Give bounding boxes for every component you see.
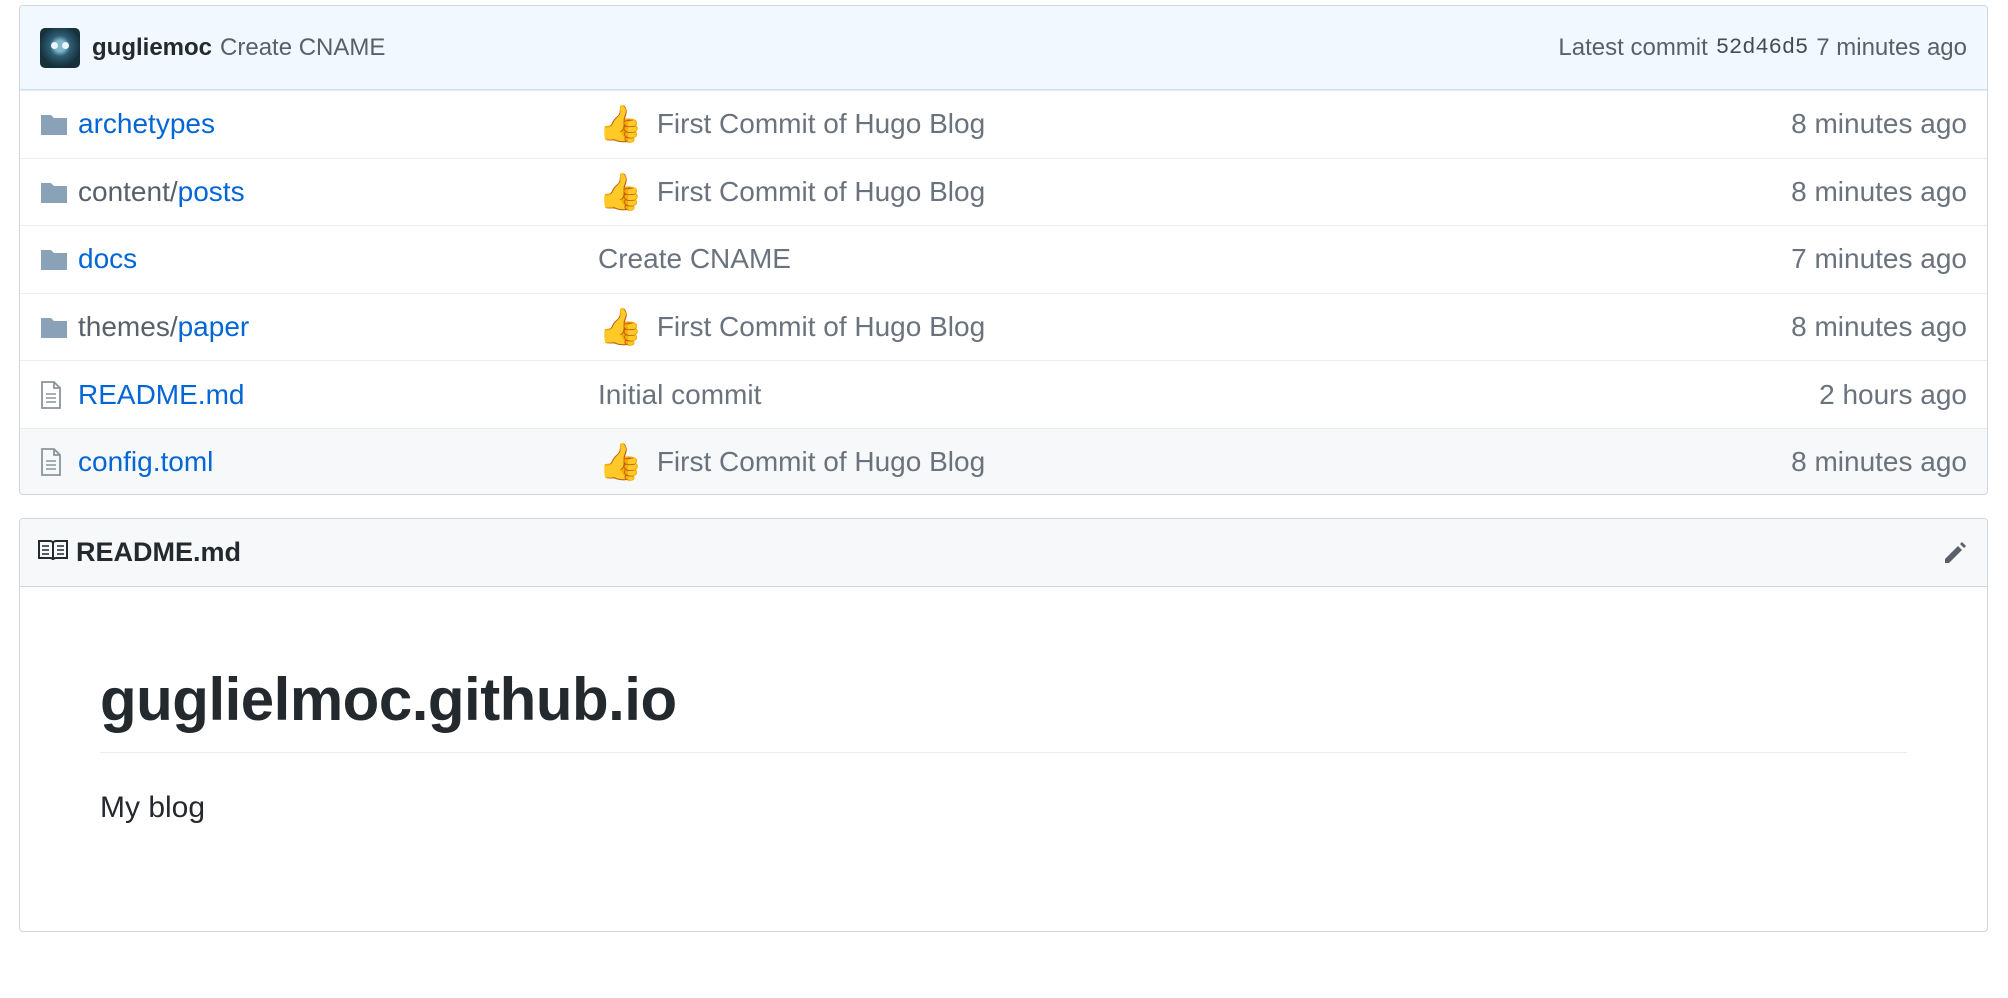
commit-message-link[interactable]: Create CNAME [598, 243, 791, 275]
file-row: docs Create CNAME 7 minutes ago [20, 225, 1987, 293]
file-name-link[interactable]: docs [78, 243, 137, 274]
file-name-link[interactable]: posts [178, 176, 245, 207]
file-name-link[interactable]: paper [178, 311, 250, 342]
pencil-icon[interactable] [1941, 539, 1969, 567]
file-row: content/posts 👍 First Commit of Hugo Blo… [20, 157, 1987, 226]
file-row: archetypes 👍 First Commit of Hugo Blog 8… [20, 90, 1987, 158]
readme-header: README.md [20, 519, 1987, 587]
folder-icon [40, 247, 70, 271]
file-path-prefix: content/ [78, 175, 178, 207]
folder-icon [40, 315, 70, 339]
book-icon [38, 538, 68, 567]
commit-meta: Latest commit 52d46d5 7 minutes ago [1558, 34, 1967, 62]
readme-paragraph: My blog [100, 791, 206, 824]
readme-panel: README.md guglielmoc.github.io My blog [19, 518, 1988, 932]
file-row: config.toml 👍 First Commit of Hugo Blog … [20, 427, 1987, 494]
file-name-link[interactable]: README.md [78, 379, 244, 410]
file-row: themes/paper 👍 First Commit of Hugo Blog… [20, 292, 1987, 361]
latest-commit-bar: gugliemoc Create CNAME Latest commit 52d… [20, 6, 1987, 90]
commit-age: 8 minutes ago [1791, 175, 1967, 207]
folder-icon [40, 180, 70, 204]
commit-message-link[interactable]: First Commit of Hugo Blog [657, 446, 985, 478]
latest-commit-label: Latest commit [1558, 33, 1708, 61]
commit-author-link[interactable]: gugliemoc [92, 34, 212, 62]
commit-message-link[interactable]: First Commit of Hugo Blog [657, 108, 985, 140]
commit-message-link[interactable]: First Commit of Hugo Blog [657, 311, 985, 343]
commit-message-link[interactable]: First Commit of Hugo Blog [657, 176, 985, 208]
commit-age: 8 minutes ago [1791, 108, 1967, 140]
thumbs-up-icon: 👍 [598, 170, 643, 212]
commit-age: 8 minutes ago [1791, 311, 1967, 343]
commit-age: 7 minutes ago [1791, 243, 1967, 275]
thumbs-up-icon: 👍 [598, 306, 643, 348]
file-name-link[interactable]: archetypes [78, 108, 215, 139]
commit-age: 8 minutes ago [1791, 446, 1967, 478]
avatar[interactable] [40, 27, 80, 68]
thumbs-up-icon: 👍 [598, 441, 643, 483]
commit-message-link[interactable]: Initial commit [598, 379, 761, 411]
readme-heading: guglielmoc.github.io [100, 665, 1907, 753]
readme-content: guglielmoc.github.io My blog [20, 587, 1987, 825]
commit-age: 2 hours ago [1819, 378, 1967, 410]
thumbs-up-icon: 👍 [598, 103, 643, 145]
commit-sha-link[interactable]: 52d46d5 [1716, 35, 1808, 60]
commit-age: 7 minutes ago [1816, 33, 1967, 61]
file-table: gugliemoc Create CNAME Latest commit 52d… [19, 5, 1988, 495]
commit-message-link[interactable]: Create CNAME [220, 34, 385, 62]
file-row: README.md Initial commit 2 hours ago [20, 360, 1987, 428]
file-icon [40, 448, 70, 477]
readme-filename: README.md [76, 537, 242, 567]
file-path-prefix: themes/ [78, 311, 178, 343]
file-name-link[interactable]: config.toml [78, 446, 213, 477]
file-icon [40, 380, 70, 409]
folder-icon [40, 112, 70, 136]
